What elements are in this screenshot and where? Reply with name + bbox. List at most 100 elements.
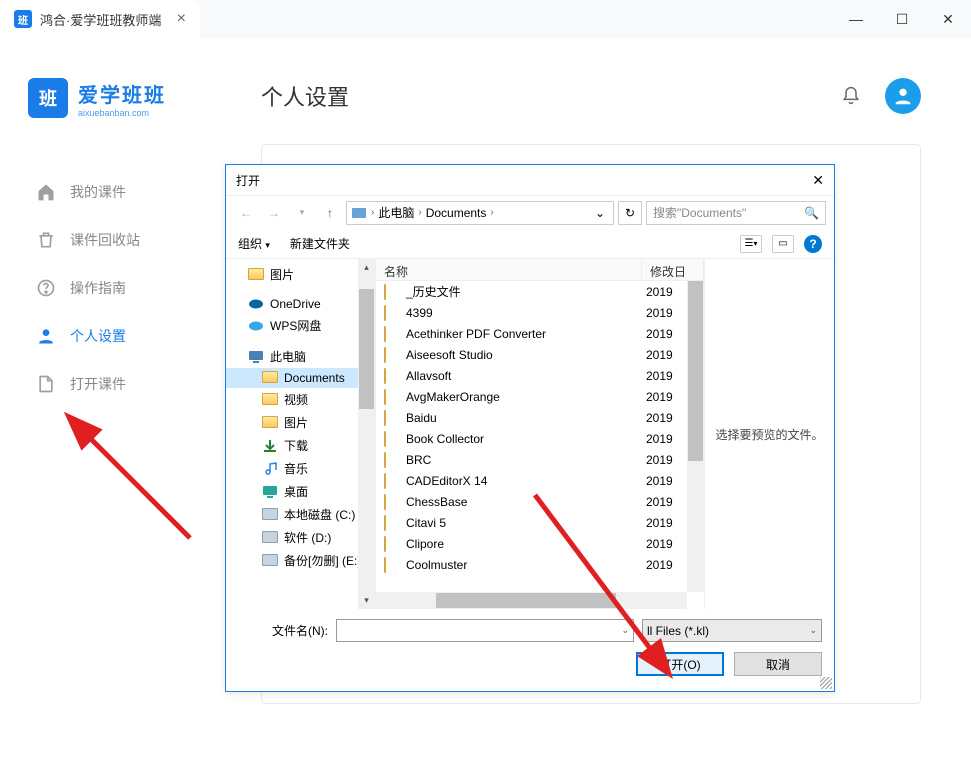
folder-icon: [384, 285, 400, 299]
logo: 班 爱学班班 aixuebanban.com: [28, 78, 191, 118]
file-row[interactable]: Allavsoft2019: [376, 365, 704, 386]
titlebar: 班 鸿合·爱学班班教师端 × — ☐ ✕: [0, 0, 971, 38]
tree-item-label: 本地磁盘 (C:): [284, 506, 355, 523]
home-icon: [36, 182, 56, 202]
file-name: _历史文件: [406, 283, 646, 300]
chevron-right-icon: ›: [371, 207, 374, 218]
tree-item-label: WPS网盘: [270, 317, 321, 334]
cancel-button[interactable]: 取消: [734, 652, 822, 676]
resize-grip[interactable]: [820, 677, 832, 689]
tree-item[interactable]: OneDrive: [226, 294, 375, 314]
nav-up-icon[interactable]: ↑: [318, 201, 342, 225]
sidebar: 班 爱学班班 aixuebanban.com 我的课件课件回收站操作指南个人设置…: [0, 38, 211, 768]
view-mode-icon[interactable]: ☰ ▾: [740, 235, 762, 253]
file-row[interactable]: Baidu2019: [376, 407, 704, 428]
file-row[interactable]: _历史文件2019: [376, 281, 704, 302]
breadcrumb-item[interactable]: 此电脑: [378, 204, 414, 221]
file-row[interactable]: Acethinker PDF Converter2019: [376, 323, 704, 344]
preview-pane: 选择要预览的文件。: [704, 259, 834, 609]
notifications-icon[interactable]: [841, 86, 861, 106]
breadcrumb-item[interactable]: Documents: [426, 206, 487, 220]
tree-item[interactable]: 下载: [226, 434, 375, 457]
tree-item[interactable]: Documents: [226, 368, 375, 388]
chevron-down-icon[interactable]: ⌄: [591, 206, 609, 220]
scroll-up-icon[interactable]: ▴: [358, 259, 375, 276]
tree-scrollbar[interactable]: ▴ ▾: [358, 259, 375, 609]
help-icon[interactable]: ?: [804, 235, 822, 253]
preview-pane-icon[interactable]: ▭: [772, 235, 794, 253]
folder-icon: [384, 327, 400, 341]
annotation-arrow: [520, 480, 680, 683]
page-title: 个人设置: [261, 80, 349, 112]
column-name[interactable]: 名称: [376, 259, 642, 280]
dialog-close-icon[interactable]: ✕: [812, 172, 824, 189]
file-row[interactable]: Book Collector2019: [376, 428, 704, 449]
minimize-button[interactable]: —: [833, 0, 879, 38]
sidebar-item-2[interactable]: 操作指南: [28, 264, 191, 312]
tree-item-icon: [262, 371, 278, 385]
nav-back-icon[interactable]: ←: [234, 201, 258, 225]
scroll-thumb[interactable]: [688, 281, 703, 461]
refresh-icon[interactable]: ↻: [618, 201, 642, 225]
folder-icon: [384, 516, 400, 530]
maximize-button[interactable]: ☐: [879, 0, 925, 38]
folder-icon: [384, 495, 400, 509]
scroll-thumb[interactable]: [359, 289, 374, 409]
tree-item-icon: [262, 439, 278, 453]
sidebar-item-4[interactable]: 打开课件: [28, 360, 191, 408]
tab-close-icon[interactable]: ×: [177, 10, 186, 28]
tree-item[interactable]: 软件 (D:): [226, 526, 375, 549]
tree-item[interactable]: 备份[勿删] (E:): [226, 549, 375, 572]
sidebar-item-label: 打开课件: [70, 374, 126, 394]
folder-tree[interactable]: 图片OneDriveWPS网盘此电脑Documents视频图片下载音乐桌面本地磁…: [226, 259, 376, 609]
logo-text: 爱学班班 aixuebanban.com: [78, 79, 166, 118]
filename-label: 文件名(N):: [238, 622, 328, 639]
app-tab-title: 鸿合·爱学班班教师端: [40, 10, 161, 29]
tree-item[interactable]: 图片: [226, 263, 375, 286]
tree-item-icon: [262, 531, 278, 545]
tree-item[interactable]: 桌面: [226, 480, 375, 503]
file-icon: [36, 374, 56, 394]
tree-item[interactable]: 本地磁盘 (C:): [226, 503, 375, 526]
folder-icon: [351, 205, 367, 221]
tree-item[interactable]: 音乐: [226, 457, 375, 480]
sidebar-item-label: 个人设置: [70, 326, 126, 346]
tree-item[interactable]: 视频: [226, 388, 375, 411]
tree-item-icon: [262, 462, 278, 476]
logo-badge-icon: 班: [28, 78, 68, 118]
tree-item-icon: [262, 554, 278, 568]
tree-item[interactable]: WPS网盘: [226, 314, 375, 337]
column-date[interactable]: 修改日: [642, 259, 704, 280]
sidebar-item-3[interactable]: 个人设置: [28, 312, 191, 360]
new-folder-button[interactable]: 新建文件夹: [290, 235, 350, 252]
sidebar-item-1[interactable]: 课件回收站: [28, 216, 191, 264]
nav-forward-icon[interactable]: →: [262, 201, 286, 225]
app-tab[interactable]: 班 鸿合·爱学班班教师端 ×: [0, 0, 200, 38]
nav-recent-icon[interactable]: ▾: [290, 201, 314, 225]
search-input[interactable]: 搜索"Documents" 🔍: [646, 201, 826, 225]
file-scrollbar-v[interactable]: [687, 281, 704, 592]
folder-icon: [384, 537, 400, 551]
file-row[interactable]: BRC2019: [376, 449, 704, 470]
folder-icon: [384, 474, 400, 488]
close-button[interactable]: ✕: [925, 0, 971, 38]
tree-item-label: 图片: [284, 414, 308, 431]
dialog-titlebar: 打开 ✕: [226, 165, 834, 195]
file-name: Aiseesoft Studio: [406, 348, 646, 362]
file-row[interactable]: AvgMakerOrange2019: [376, 386, 704, 407]
file-row[interactable]: 43992019: [376, 302, 704, 323]
tree-item-label: 音乐: [284, 460, 308, 477]
folder-icon: [384, 348, 400, 362]
chevron-right-icon: ›: [490, 207, 493, 218]
organize-menu[interactable]: 组织 ▾: [238, 235, 270, 252]
avatar[interactable]: [885, 78, 921, 114]
tree-item[interactable]: 图片: [226, 411, 375, 434]
folder-icon: [384, 453, 400, 467]
tree-item-label: OneDrive: [270, 297, 321, 311]
tree-item-label: Documents: [284, 371, 345, 385]
scroll-down-icon[interactable]: ▾: [358, 592, 375, 609]
tree-item[interactable]: 此电脑: [226, 345, 375, 368]
sidebar-item-0[interactable]: 我的课件: [28, 168, 191, 216]
breadcrumb[interactable]: › 此电脑 › Documents › ⌄: [346, 201, 614, 225]
file-row[interactable]: Aiseesoft Studio2019: [376, 344, 704, 365]
